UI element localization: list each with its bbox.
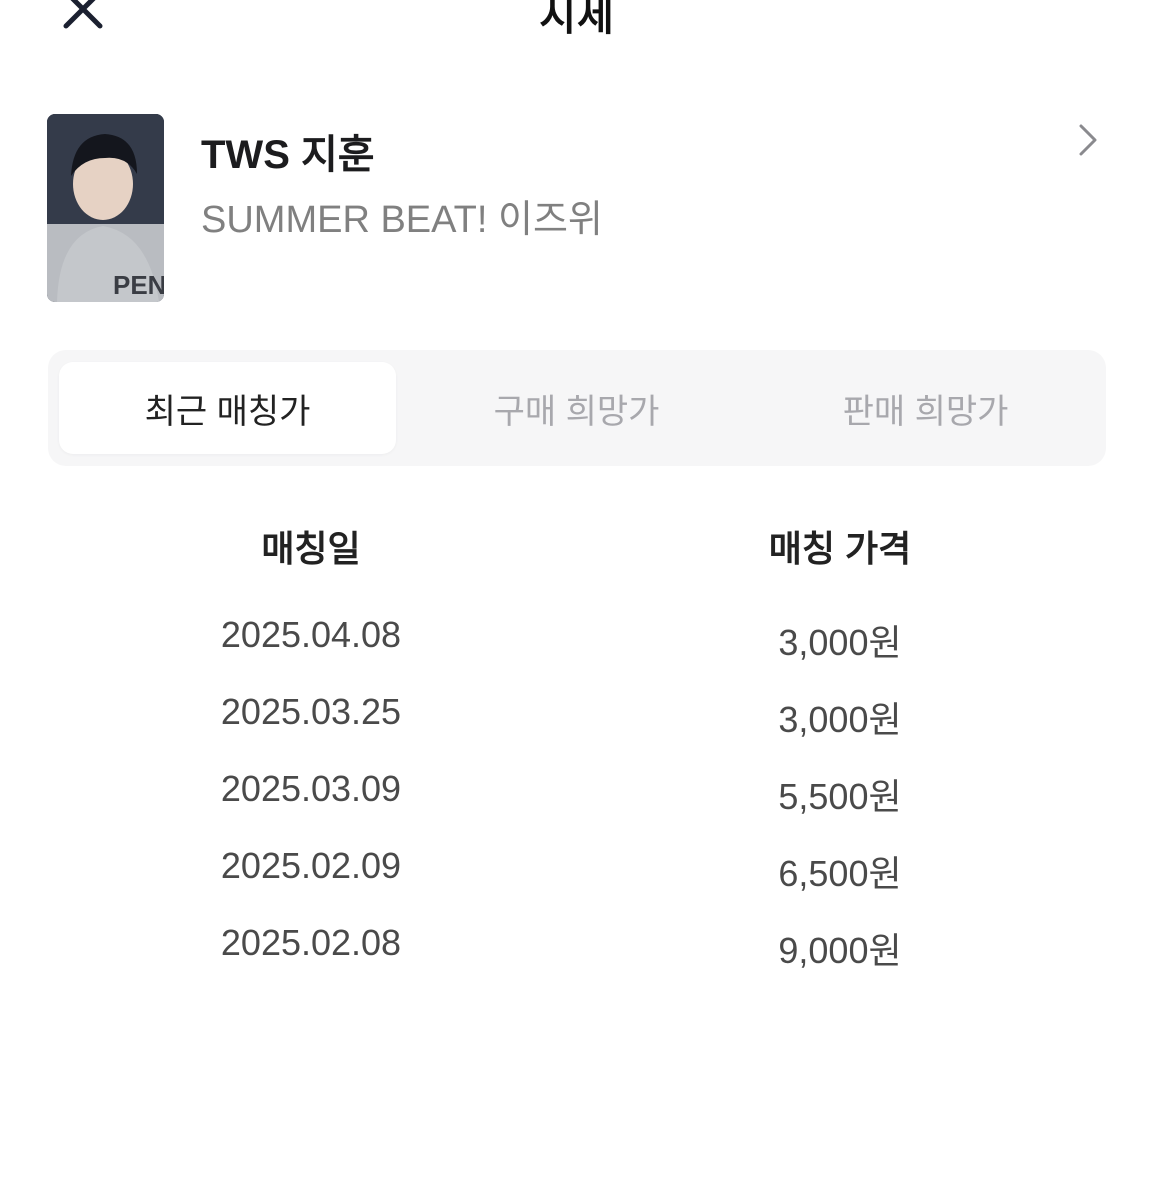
column-header-date: 매칭일 (261, 528, 361, 569)
matching-price: 5,500원 (778, 776, 902, 817)
table-row: 2025.03.25 3,000원 (0, 683, 1154, 760)
matching-price: 3,000원 (778, 622, 902, 663)
chevron-right-icon[interactable] (1073, 120, 1103, 160)
matching-date: 2025.02.09 (220, 845, 402, 886)
table-row: 2025.02.08 9,000원 (0, 914, 1154, 991)
matching-date: 2025.03.09 (220, 768, 402, 809)
tab-sell-ask-price[interactable]: 판매 희망가 (757, 362, 1094, 454)
price-tabs: 최근 매칭가 구매 희망가 판매 희망가 (48, 350, 1106, 466)
product-card[interactable]: PEN TWS 지훈 SUMMER BEAT! 이즈위 (47, 114, 1107, 304)
matching-date: 2025.03.25 (220, 691, 402, 732)
table-header: 매칭일 매칭 가격 (0, 510, 1154, 580)
matching-price: 9,000원 (778, 930, 902, 971)
matching-date: 2025.04.08 (220, 614, 402, 655)
column-header-price: 매칭 가격 (768, 528, 912, 569)
table-row: 2025.02.09 6,500원 (0, 837, 1154, 914)
top-bar: 시세 (0, 0, 1154, 60)
tab-recent-matching-price[interactable]: 최근 매칭가 (59, 362, 396, 454)
tab-buy-bid-price[interactable]: 구매 희망가 (408, 362, 745, 454)
matching-price: 3,000원 (778, 699, 902, 740)
table-row: 2025.03.09 5,500원 (0, 760, 1154, 837)
table-row: 2025.04.08 3,000원 (0, 606, 1154, 683)
matching-price: 6,500원 (778, 853, 902, 894)
product-name: TWS 지훈 (201, 133, 375, 177)
matching-date: 2025.02.08 (220, 922, 402, 963)
svg-text:PEN: PEN (113, 270, 164, 300)
page-title: 시세 (539, 0, 615, 39)
product-thumbnail: PEN (47, 114, 164, 302)
matching-history-table: 매칭일 매칭 가격 2025.04.08 3,000원 2025.03.25 3… (0, 510, 1154, 971)
product-subtitle: SUMMER BEAT! 이즈위 (201, 199, 603, 241)
